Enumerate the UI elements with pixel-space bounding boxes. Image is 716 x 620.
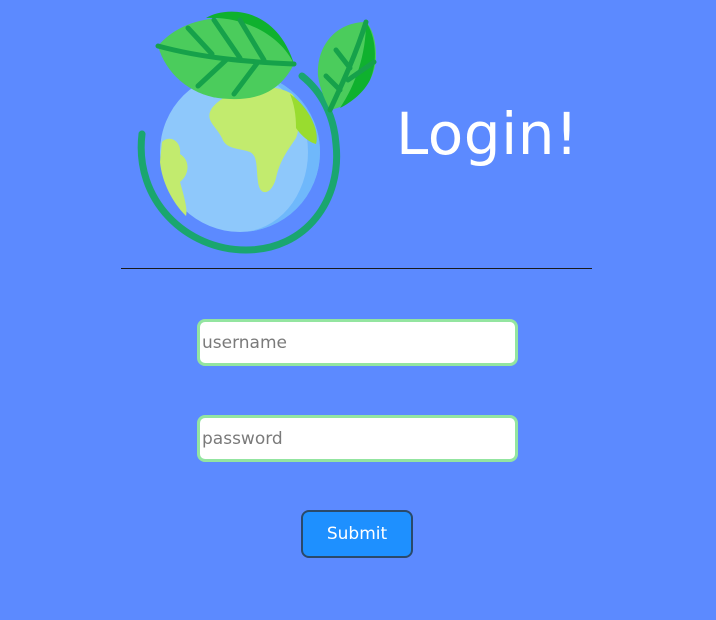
password-input[interactable]: [197, 415, 518, 462]
header-divider: [121, 268, 592, 269]
earth-with-leaves-icon: [137, 11, 377, 254]
submit-button[interactable]: Submit: [301, 510, 413, 558]
page-title: Login!: [396, 100, 579, 168]
username-input[interactable]: [197, 319, 518, 366]
